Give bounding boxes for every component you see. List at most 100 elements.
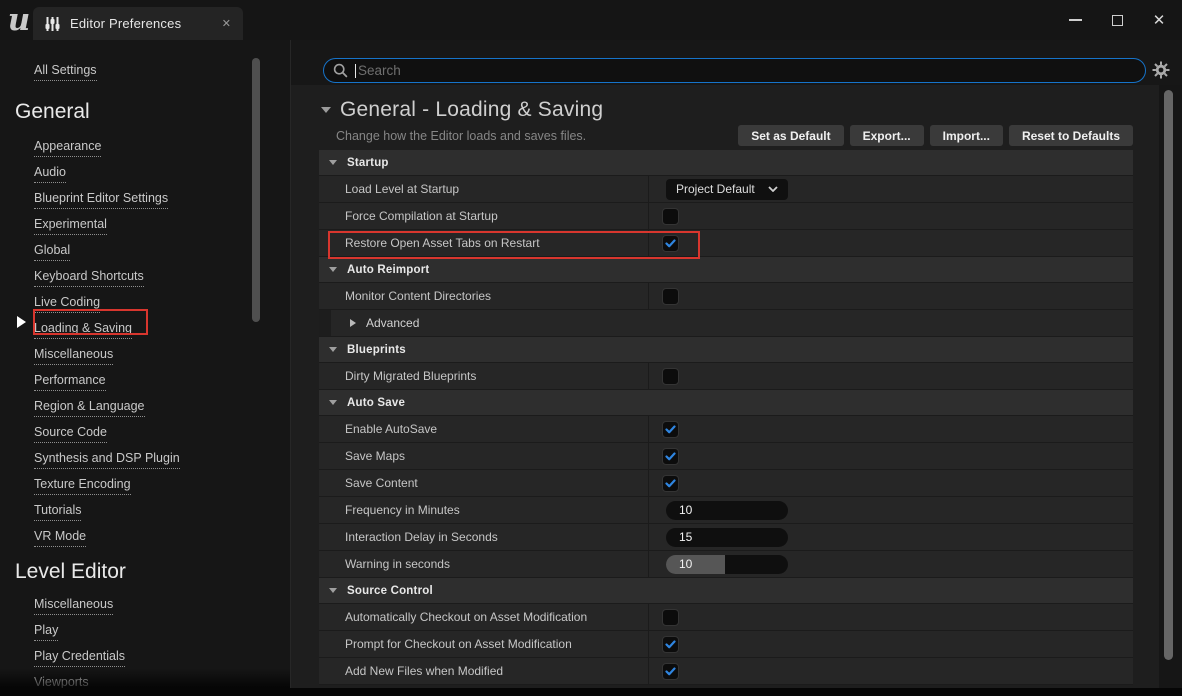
save-content-checkbox[interactable] bbox=[662, 474, 679, 492]
restore-open-asset-tabs-checkbox[interactable] bbox=[662, 234, 679, 252]
sidebar-item-keyboard-shortcuts[interactable]: Keyboard Shortcuts bbox=[34, 269, 144, 287]
sidebar-section-general: General bbox=[15, 100, 90, 123]
check-icon bbox=[665, 639, 676, 648]
sidebar-item-performance[interactable]: Performance bbox=[34, 373, 106, 391]
chevron-down-icon bbox=[329, 267, 337, 272]
setting-row-warning-in-seconds: Warning in seconds 10 bbox=[319, 551, 1133, 578]
section-header-blueprints[interactable]: Blueprints bbox=[319, 337, 1133, 363]
load-level-at-startup-dropdown[interactable]: Project Default bbox=[666, 178, 788, 200]
sidebar-item-tutorials[interactable]: Tutorials bbox=[34, 503, 82, 521]
sidebar-item-all-settings[interactable]: All Settings bbox=[34, 63, 97, 81]
sidebar-item-miscellaneous[interactable]: Miscellaneous bbox=[34, 347, 114, 365]
sidebar-item-experimental[interactable]: Experimental bbox=[34, 217, 107, 235]
setting-label: Add New Files when Modified bbox=[319, 658, 649, 684]
collapse-arrow-icon[interactable] bbox=[321, 107, 331, 113]
sidebar-item-live-coding[interactable]: Live Coding bbox=[34, 295, 101, 313]
import-button[interactable]: Import... bbox=[929, 125, 1003, 146]
setting-label: Interaction Delay in Seconds bbox=[319, 524, 649, 550]
chevron-right-icon[interactable] bbox=[350, 319, 356, 327]
setting-label: Load Level at Startup bbox=[319, 176, 649, 202]
sidebar-item-loading-and-saving[interactable]: Loading & Saving bbox=[34, 321, 132, 339]
chevron-down-icon bbox=[329, 160, 337, 165]
auto-checkout-checkbox[interactable] bbox=[662, 608, 679, 626]
setting-row-prompt-for-checkout: Prompt for Checkout on Asset Modificatio… bbox=[319, 631, 1133, 658]
window-controls: ✕ bbox=[1054, 0, 1180, 40]
chevron-down-icon bbox=[768, 186, 778, 192]
close-button[interactable]: ✕ bbox=[1138, 0, 1180, 40]
unreal-logo-icon: u bbox=[7, 2, 31, 38]
setting-label: Automatically Checkout on Asset Modifica… bbox=[319, 604, 649, 630]
setting-label: Force Compilation at Startup bbox=[319, 203, 649, 229]
setting-row-enable-autosave: Enable AutoSave bbox=[319, 416, 1133, 443]
search-bar-area: Search bbox=[291, 40, 1182, 85]
setting-row-advanced[interactable]: Advanced bbox=[319, 310, 1133, 337]
sidebar-section-level-editor: Level Editor bbox=[15, 560, 126, 583]
section-header-auto-save[interactable]: Auto Save bbox=[319, 390, 1133, 416]
setting-label: Enable AutoSave bbox=[319, 416, 649, 442]
search-input[interactable]: Search bbox=[323, 58, 1146, 83]
page-title: General - Loading & Saving bbox=[340, 98, 604, 121]
maximize-button[interactable] bbox=[1096, 0, 1138, 40]
indent-strip bbox=[319, 310, 331, 336]
close-icon: ✕ bbox=[1152, 11, 1166, 29]
sidebar-item-play[interactable]: Play bbox=[34, 623, 59, 641]
spinbox-fill bbox=[666, 554, 725, 574]
check-icon bbox=[665, 424, 676, 433]
tab-title: Editor Preferences bbox=[70, 16, 182, 31]
main-scrollbar[interactable] bbox=[1164, 90, 1173, 660]
search-placeholder: Search bbox=[358, 63, 401, 78]
sidebar-item-appearance[interactable]: Appearance bbox=[34, 139, 102, 157]
tab-editor-preferences[interactable]: Editor Preferences ✕ bbox=[33, 7, 243, 40]
setting-row-frequency-in-minutes: Frequency in Minutes 10 bbox=[319, 497, 1133, 524]
editor-preferences-window: u Editor Preferences ✕ ✕ All Settings Ge… bbox=[0, 0, 1182, 696]
monitor-content-directories-checkbox[interactable] bbox=[662, 287, 679, 305]
sidebar-item-global[interactable]: Global bbox=[34, 243, 71, 261]
sidebar-item-region-language[interactable]: Region & Language bbox=[34, 399, 145, 417]
prompt-checkout-checkbox[interactable] bbox=[662, 635, 679, 653]
advanced-expander[interactable]: Advanced bbox=[366, 316, 419, 330]
sidebar-scrollbar[interactable] bbox=[252, 58, 260, 322]
sidebar-item-texture-encoding[interactable]: Texture Encoding bbox=[34, 477, 131, 495]
frequency-in-minutes-input[interactable]: 10 bbox=[666, 500, 788, 520]
setting-row-save-maps: Save Maps bbox=[319, 443, 1133, 470]
enable-autosave-checkbox[interactable] bbox=[662, 420, 679, 438]
set-as-default-button[interactable]: Set as Default bbox=[738, 125, 844, 146]
chevron-down-icon bbox=[329, 347, 337, 352]
dirty-migrated-blueprints-checkbox[interactable] bbox=[662, 367, 679, 385]
sidebar-item-vr-mode[interactable]: VR Mode bbox=[34, 529, 87, 547]
section-header-source-control[interactable]: Source Control bbox=[319, 578, 1133, 604]
setting-row-automatically-checkout: Automatically Checkout on Asset Modifica… bbox=[319, 604, 1133, 631]
search-icon bbox=[333, 63, 348, 78]
sidebar-item-audio[interactable]: Audio bbox=[34, 165, 66, 183]
setting-label: Prompt for Checkout on Asset Modificatio… bbox=[319, 631, 649, 657]
sidebar-item-play-credentials[interactable]: Play Credentials bbox=[34, 649, 126, 667]
sliders-icon bbox=[45, 16, 60, 31]
save-maps-checkbox[interactable] bbox=[662, 447, 679, 465]
minimize-button[interactable] bbox=[1054, 0, 1096, 40]
sidebar-item-le-miscellaneous[interactable]: Miscellaneous bbox=[34, 597, 114, 615]
section-header-auto-reimport[interactable]: Auto Reimport bbox=[319, 257, 1133, 283]
sidebar-item-blueprint-editor-settings[interactable]: Blueprint Editor Settings bbox=[34, 191, 169, 209]
setting-label: Dirty Migrated Blueprints bbox=[319, 363, 649, 389]
sidebar: All Settings General Appearance Audio Bl… bbox=[0, 40, 290, 696]
section-header-startup[interactable]: Startup bbox=[319, 150, 1133, 176]
add-new-files-checkbox[interactable] bbox=[662, 662, 679, 680]
check-icon bbox=[665, 478, 676, 487]
reset-to-defaults-button[interactable]: Reset to Defaults bbox=[1008, 125, 1133, 146]
interaction-delay-input[interactable]: 15 bbox=[666, 527, 788, 547]
force-compilation-checkbox[interactable] bbox=[662, 207, 679, 225]
check-icon bbox=[665, 666, 676, 675]
settings-panel: Search General - Loading & Saving Change… bbox=[290, 40, 1182, 696]
setting-row-load-level-at-startup: Load Level at Startup Project Default bbox=[319, 176, 1133, 203]
sidebar-item-synthesis-dsp-plugin[interactable]: Synthesis and DSP Plugin bbox=[34, 451, 180, 469]
export-button[interactable]: Export... bbox=[849, 125, 924, 146]
warning-in-seconds-input[interactable]: 10 bbox=[666, 554, 788, 574]
minimize-icon bbox=[1068, 19, 1082, 21]
tab-close-icon[interactable]: ✕ bbox=[222, 17, 231, 30]
chevron-down-icon bbox=[329, 588, 337, 593]
gear-icon[interactable] bbox=[1152, 61, 1170, 79]
toolbar: Set as Default Export... Import... Reset… bbox=[738, 125, 1133, 146]
settings-content: General - Loading & Saving Change how th… bbox=[319, 85, 1133, 688]
setting-row-dirty-migrated-blueprints: Dirty Migrated Blueprints bbox=[319, 363, 1133, 390]
sidebar-item-source-code[interactable]: Source Code bbox=[34, 425, 107, 443]
